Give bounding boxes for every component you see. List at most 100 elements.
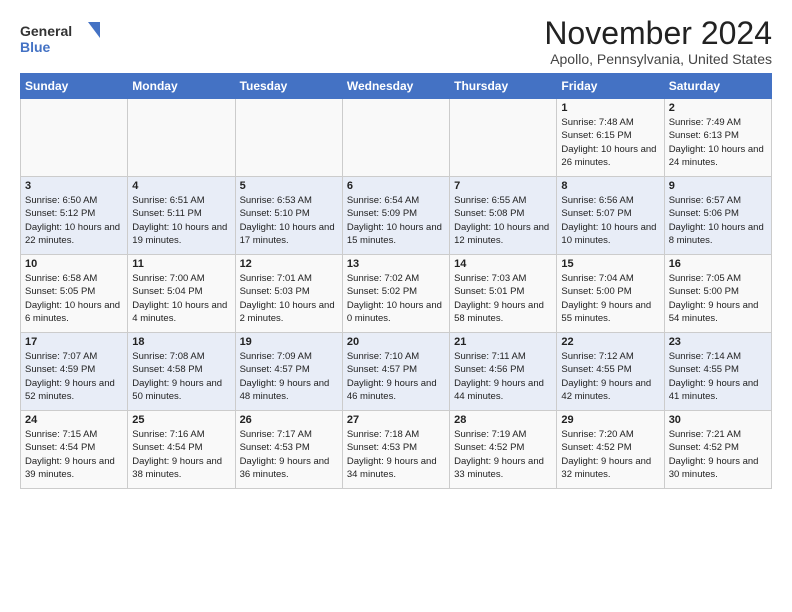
day-number: 15	[561, 258, 659, 270]
svg-text:General: General	[20, 23, 72, 39]
day-info: Sunrise: 6:57 AM Sunset: 5:06 PM Dayligh…	[669, 194, 767, 247]
day-info: Sunrise: 6:53 AM Sunset: 5:10 PM Dayligh…	[240, 194, 338, 247]
col-friday: Friday	[557, 74, 664, 99]
day-info: Sunrise: 6:54 AM Sunset: 5:09 PM Dayligh…	[347, 194, 445, 247]
day-info: Sunrise: 7:16 AM Sunset: 4:54 PM Dayligh…	[132, 428, 230, 481]
table-row: 7 Sunrise: 6:55 AM Sunset: 5:08 PM Daylig…	[450, 177, 557, 255]
day-number: 24	[25, 414, 123, 426]
table-row: 2 Sunrise: 7:49 AM Sunset: 6:13 PM Daylig…	[664, 99, 771, 177]
calendar-week-row: 24Sunrise: 7:15 AM Sunset: 4:54 PM Dayli…	[21, 411, 772, 489]
day-number: 2	[669, 102, 767, 114]
table-row: 11 Sunrise: 7:00 AM Sunset: 5:04 PM Dayli…	[128, 255, 235, 333]
calendar-week-row: 1Sunrise: 7:48 AM Sunset: 6:15 PM Daylig…	[21, 99, 772, 177]
table-row: 1Sunrise: 7:48 AM Sunset: 6:15 PM Daylig…	[557, 99, 664, 177]
day-number: 20	[347, 336, 445, 348]
day-number: 30	[669, 414, 767, 426]
table-row: 14 Sunrise: 7:03 AM Sunset: 5:01 PM Dayli…	[450, 255, 557, 333]
table-row: 15Sunrise: 7:04 AM Sunset: 5:00 PM Dayli…	[557, 255, 664, 333]
col-saturday: Saturday	[664, 74, 771, 99]
day-number: 10	[25, 258, 123, 270]
table-row: 21 Sunrise: 7:11 AM Sunset: 4:56 PM Dayli…	[450, 333, 557, 411]
day-number: 25	[132, 414, 230, 426]
day-number: 28	[454, 414, 552, 426]
table-row	[235, 99, 342, 177]
day-info: Sunrise: 7:14 AM Sunset: 4:55 PM Dayligh…	[669, 350, 767, 403]
table-row: 28 Sunrise: 7:19 AM Sunset: 4:52 PM Dayli…	[450, 411, 557, 489]
table-row: 25 Sunrise: 7:16 AM Sunset: 4:54 PM Dayli…	[128, 411, 235, 489]
table-row: 10 Sunrise: 6:58 AM Sunset: 5:05 PM Dayli…	[21, 255, 128, 333]
table-row: 17 Sunrise: 7:07 AM Sunset: 4:59 PM Dayli…	[21, 333, 128, 411]
table-row: 22 Sunrise: 7:12 AM Sunset: 4:55 PM Dayli…	[557, 333, 664, 411]
day-info: Sunrise: 7:05 AM Sunset: 5:00 PM Dayligh…	[669, 272, 767, 325]
day-info: Sunrise: 7:19 AM Sunset: 4:52 PM Dayligh…	[454, 428, 552, 481]
day-info: Sunrise: 7:21 AM Sunset: 4:52 PM Dayligh…	[669, 428, 767, 481]
day-number: 27	[347, 414, 445, 426]
day-number: 7	[454, 180, 552, 192]
table-row: 24Sunrise: 7:15 AM Sunset: 4:54 PM Dayli…	[21, 411, 128, 489]
table-row	[450, 99, 557, 177]
day-info: Sunrise: 7:49 AM Sunset: 6:13 PM Dayligh…	[669, 116, 767, 169]
table-row: 16Sunrise: 7:05 AM Sunset: 5:00 PM Dayli…	[664, 255, 771, 333]
table-row	[342, 99, 449, 177]
table-row: 8Sunrise: 6:56 AM Sunset: 5:07 PM Daylig…	[557, 177, 664, 255]
col-sunday: Sunday	[21, 74, 128, 99]
day-number: 6	[347, 180, 445, 192]
table-row: 26Sunrise: 7:17 AM Sunset: 4:53 PM Dayli…	[235, 411, 342, 489]
table-row: 19 Sunrise: 7:09 AM Sunset: 4:57 PM Dayli…	[235, 333, 342, 411]
day-number: 19	[240, 336, 338, 348]
table-row: 23 Sunrise: 7:14 AM Sunset: 4:55 PM Dayli…	[664, 333, 771, 411]
day-number: 22	[561, 336, 659, 348]
day-number: 21	[454, 336, 552, 348]
col-wednesday: Wednesday	[342, 74, 449, 99]
col-monday: Monday	[128, 74, 235, 99]
col-tuesday: Tuesday	[235, 74, 342, 99]
day-number: 17	[25, 336, 123, 348]
day-info: Sunrise: 7:07 AM Sunset: 4:59 PM Dayligh…	[25, 350, 123, 403]
day-info: Sunrise: 6:50 AM Sunset: 5:12 PM Dayligh…	[25, 194, 123, 247]
col-thursday: Thursday	[450, 74, 557, 99]
day-info: Sunrise: 7:08 AM Sunset: 4:58 PM Dayligh…	[132, 350, 230, 403]
day-number: 14	[454, 258, 552, 270]
table-row: 6 Sunrise: 6:54 AM Sunset: 5:09 PM Daylig…	[342, 177, 449, 255]
day-info: Sunrise: 7:20 AM Sunset: 4:52 PM Dayligh…	[561, 428, 659, 481]
table-row: 30 Sunrise: 7:21 AM Sunset: 4:52 PM Dayli…	[664, 411, 771, 489]
calendar-week-row: 17 Sunrise: 7:07 AM Sunset: 4:59 PM Dayli…	[21, 333, 772, 411]
calendar-header-row: Sunday Monday Tuesday Wednesday Thursday…	[21, 74, 772, 99]
title-area: November 2024 Apollo, Pennsylvania, Unit…	[544, 16, 772, 67]
day-info: Sunrise: 7:48 AM Sunset: 6:15 PM Dayligh…	[561, 116, 659, 169]
day-number: 9	[669, 180, 767, 192]
logo-svg: General Blue	[20, 20, 100, 62]
day-info: Sunrise: 7:03 AM Sunset: 5:01 PM Dayligh…	[454, 272, 552, 325]
day-info: Sunrise: 7:11 AM Sunset: 4:56 PM Dayligh…	[454, 350, 552, 403]
page: General Blue November 2024 Apollo, Penns…	[0, 0, 792, 499]
table-row: 3 Sunrise: 6:50 AM Sunset: 5:12 PM Daylig…	[21, 177, 128, 255]
day-number: 23	[669, 336, 767, 348]
day-number: 12	[240, 258, 338, 270]
table-row: 12 Sunrise: 7:01 AM Sunset: 5:03 PM Dayli…	[235, 255, 342, 333]
location-title: Apollo, Pennsylvania, United States	[544, 51, 772, 67]
calendar-week-row: 3 Sunrise: 6:50 AM Sunset: 5:12 PM Daylig…	[21, 177, 772, 255]
table-row: 5 Sunrise: 6:53 AM Sunset: 5:10 PM Daylig…	[235, 177, 342, 255]
table-row	[21, 99, 128, 177]
day-number: 8	[561, 180, 659, 192]
day-info: Sunrise: 7:10 AM Sunset: 4:57 PM Dayligh…	[347, 350, 445, 403]
day-number: 29	[561, 414, 659, 426]
table-row: 20 Sunrise: 7:10 AM Sunset: 4:57 PM Dayli…	[342, 333, 449, 411]
day-info: Sunrise: 7:00 AM Sunset: 5:04 PM Dayligh…	[132, 272, 230, 325]
day-number: 3	[25, 180, 123, 192]
day-info: Sunrise: 7:01 AM Sunset: 5:03 PM Dayligh…	[240, 272, 338, 325]
day-info: Sunrise: 7:12 AM Sunset: 4:55 PM Dayligh…	[561, 350, 659, 403]
day-number: 11	[132, 258, 230, 270]
day-info: Sunrise: 7:17 AM Sunset: 4:53 PM Dayligh…	[240, 428, 338, 481]
table-row: 18Sunrise: 7:08 AM Sunset: 4:58 PM Dayli…	[128, 333, 235, 411]
day-number: 13	[347, 258, 445, 270]
day-number: 5	[240, 180, 338, 192]
day-info: Sunrise: 6:55 AM Sunset: 5:08 PM Dayligh…	[454, 194, 552, 247]
day-info: Sunrise: 7:09 AM Sunset: 4:57 PM Dayligh…	[240, 350, 338, 403]
table-row: 27Sunrise: 7:18 AM Sunset: 4:53 PM Dayli…	[342, 411, 449, 489]
day-info: Sunrise: 6:58 AM Sunset: 5:05 PM Dayligh…	[25, 272, 123, 325]
svg-text:Blue: Blue	[20, 39, 51, 55]
day-info: Sunrise: 6:51 AM Sunset: 5:11 PM Dayligh…	[132, 194, 230, 247]
day-number: 4	[132, 180, 230, 192]
day-info: Sunrise: 7:02 AM Sunset: 5:02 PM Dayligh…	[347, 272, 445, 325]
